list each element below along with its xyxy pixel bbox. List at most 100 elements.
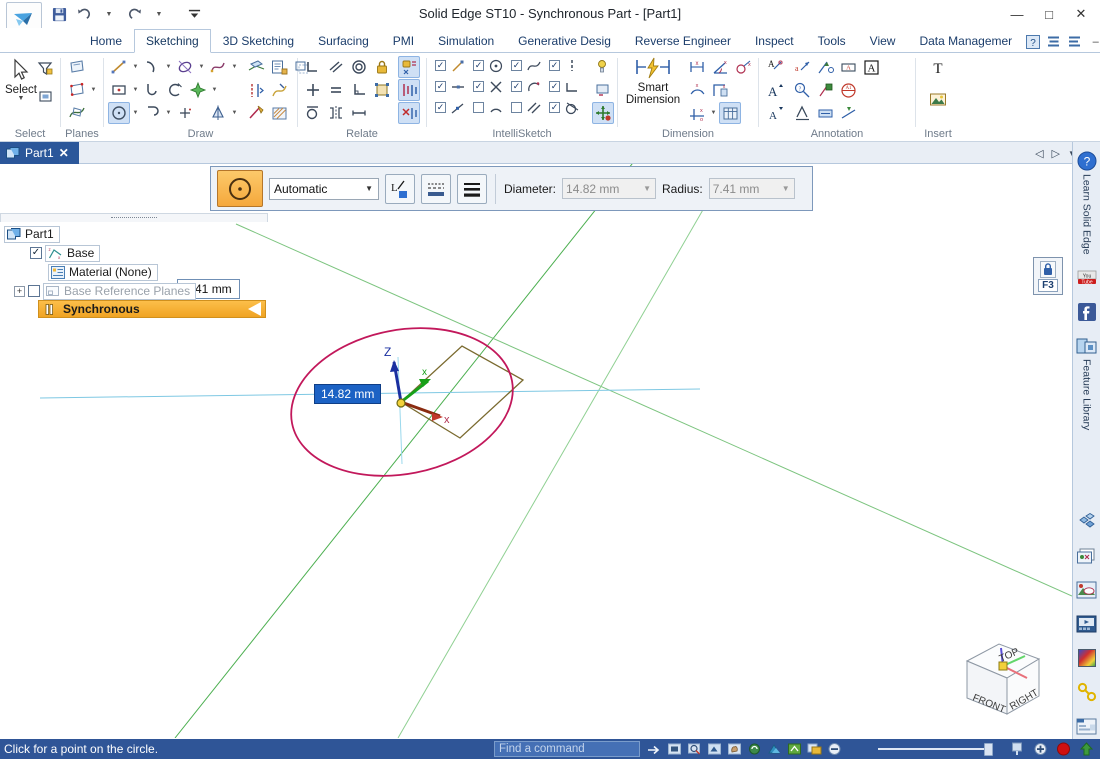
sensors-icon[interactable]	[1076, 545, 1098, 567]
checkbox[interactable]: ✓	[549, 81, 560, 92]
tab-tools[interactable]: Tools	[806, 29, 858, 53]
redo-icon[interactable]	[123, 4, 145, 24]
point-dropdown-icon[interactable]	[197, 102, 206, 124]
dimension-axis-icon[interactable]: x	[709, 79, 731, 101]
selection-filter-icon[interactable]	[34, 57, 56, 79]
datum-target-icon[interactable]: A1	[837, 79, 859, 101]
tangent-arc-icon[interactable]	[141, 79, 163, 101]
pathfinder-row-reference-planes[interactable]: + Base Reference Planes	[0, 282, 268, 300]
tangent-icon[interactable]	[302, 102, 324, 124]
increase-font-icon[interactable]: A	[763, 79, 785, 101]
circle-icon[interactable]	[108, 102, 130, 124]
ribbon-collapse-icon[interactable]	[1066, 33, 1083, 50]
project-to-sketch-icon[interactable]	[245, 56, 267, 78]
zoom-slider-handle[interactable]	[984, 743, 993, 756]
chamfer-dimension-icon[interactable]: xo	[686, 102, 708, 124]
tab-generative-design[interactable]: Generative Desig	[506, 29, 623, 53]
select-visible-icon[interactable]	[34, 85, 56, 107]
minimize-ribbon-icon[interactable]: –	[1087, 33, 1100, 50]
checkbox[interactable]: ✓	[473, 60, 484, 71]
distance-between-icon[interactable]: x	[686, 56, 708, 78]
checkbox[interactable]: ✓	[435, 60, 446, 71]
close-button[interactable]: ✕	[1066, 2, 1096, 26]
intellisketch-option-point-on-element[interactable]: ✓	[435, 98, 467, 117]
tabs-panel-icon[interactable]	[1076, 715, 1098, 737]
feature-library-icon[interactable]	[1076, 335, 1098, 357]
tab-simulation[interactable]: Simulation	[426, 29, 506, 53]
pathfinder-node-base-reference-planes[interactable]: Base Reference Planes	[43, 283, 196, 300]
pathfinder-node-material[interactable]: Material (None)	[48, 264, 158, 281]
intellisketch-option-center[interactable]: ✓	[473, 56, 505, 75]
color-manager-icon[interactable]	[1076, 647, 1098, 669]
polygon-dropdown-icon[interactable]: ▼	[210, 79, 219, 101]
select-dropdown-icon[interactable]: ▼	[18, 96, 25, 102]
fillet-icon[interactable]	[141, 102, 163, 124]
intellisketch-options-icon[interactable]	[592, 56, 614, 78]
lock-icon[interactable]	[371, 56, 393, 78]
select-tools-icon[interactable]	[806, 741, 822, 757]
rectangle-dropdown-icon[interactable]: ▼	[131, 79, 140, 101]
dock-item-tabs-panel[interactable]	[1074, 715, 1100, 737]
rigid-set-icon[interactable]	[371, 79, 393, 101]
move-point-icon[interactable]	[592, 102, 614, 124]
collapse-arrow-icon[interactable]	[248, 302, 261, 316]
youtube-icon[interactable]: TubeYou	[1076, 267, 1098, 289]
planes-dropdown-icon[interactable]: ▼	[89, 79, 98, 101]
insert-text-icon[interactable]: T	[927, 57, 949, 79]
stop-icon[interactable]	[1055, 741, 1071, 757]
plane-by-3-points-icon[interactable]	[66, 79, 88, 101]
diameter-input[interactable]: 14.82 mm ▼	[562, 178, 656, 199]
close-icon[interactable]: ✕	[59, 146, 69, 160]
line-color-button[interactable]: L	[385, 174, 415, 204]
fit-icon[interactable]	[666, 741, 682, 757]
pathfinder-node-synchronous[interactable]: Synchronous	[38, 300, 266, 318]
dock-item-animation[interactable]	[1074, 613, 1100, 635]
dock-item-youtube[interactable]: TubeYou	[1074, 267, 1100, 289]
tab-pmi[interactable]: PMI	[381, 29, 426, 53]
plane-normal-to-curve-icon[interactable]	[66, 102, 88, 124]
maintain-relationships-icon[interactable]	[398, 56, 420, 78]
tab-inspect[interactable]: Inspect	[743, 29, 806, 53]
dock-item-feature-library[interactable]: Feature Library	[1074, 335, 1100, 430]
tab-reverse-engineering[interactable]: Reverse Engineer	[623, 29, 743, 53]
pathfinder-row-base[interactable]: ✓ z x Base	[0, 244, 268, 262]
diameter-dimension-callout[interactable]: 14.82 mm	[314, 384, 381, 404]
checkbox[interactable]: ✓	[473, 81, 484, 92]
prev-doc-icon[interactable]: ◁	[1035, 147, 1043, 160]
zoom-in-icon[interactable]	[1032, 741, 1048, 757]
checkbox[interactable]	[511, 102, 522, 113]
rectangle-icon[interactable]	[108, 79, 130, 101]
tab-sketching[interactable]: Sketching	[134, 29, 211, 53]
delete-relationships-icon[interactable]	[398, 102, 420, 124]
collinear-icon[interactable]	[348, 102, 370, 124]
undo-icon[interactable]	[73, 4, 95, 24]
checkbox[interactable]: ✓	[435, 81, 446, 92]
zoom-slider[interactable]	[878, 739, 993, 759]
decrease-font-icon[interactable]: A	[763, 102, 785, 124]
zoom-area-icon[interactable]	[686, 741, 702, 757]
intellisketch-option-horizontal[interactable]: ✓	[549, 77, 581, 96]
feature-callout-icon[interactable]	[814, 56, 836, 78]
line-dropdown-icon[interactable]: ▼	[131, 56, 140, 78]
mirror-dropdown-icon[interactable]: ▼	[230, 102, 239, 124]
leader-icon[interactable]: a	[791, 56, 813, 78]
pathfinder-row-material[interactable]: Material (None)	[0, 263, 268, 281]
circle-by-center-point-icon[interactable]	[217, 170, 263, 207]
parts-library-icon[interactable]	[1076, 511, 1098, 533]
intellisketch-option-vertical[interactable]: ✓	[549, 56, 581, 75]
ellipse-dropdown-icon[interactable]: ▼	[197, 56, 206, 78]
goto-icon[interactable]	[646, 741, 662, 757]
undo-dropdown-icon[interactable]: ▼	[98, 4, 120, 24]
intellisketch-option-endpoint[interactable]: ✓	[435, 56, 467, 75]
undock-icon[interactable]	[1009, 741, 1025, 757]
dock-item-facebook[interactable]	[1074, 301, 1100, 323]
text-box-icon[interactable]: A	[860, 56, 882, 78]
intellisketch-option-silhouette[interactable]: ✓	[511, 77, 543, 96]
pathfinder-grip[interactable]	[0, 213, 268, 222]
line-style-button[interactable]	[421, 174, 451, 204]
checkbox[interactable]: ✓	[511, 60, 522, 71]
insert-image-icon[interactable]	[927, 89, 949, 111]
minimize-button[interactable]: —	[1002, 2, 1032, 26]
ellipse-icon[interactable]	[174, 56, 196, 78]
point-icon[interactable]	[174, 102, 196, 124]
